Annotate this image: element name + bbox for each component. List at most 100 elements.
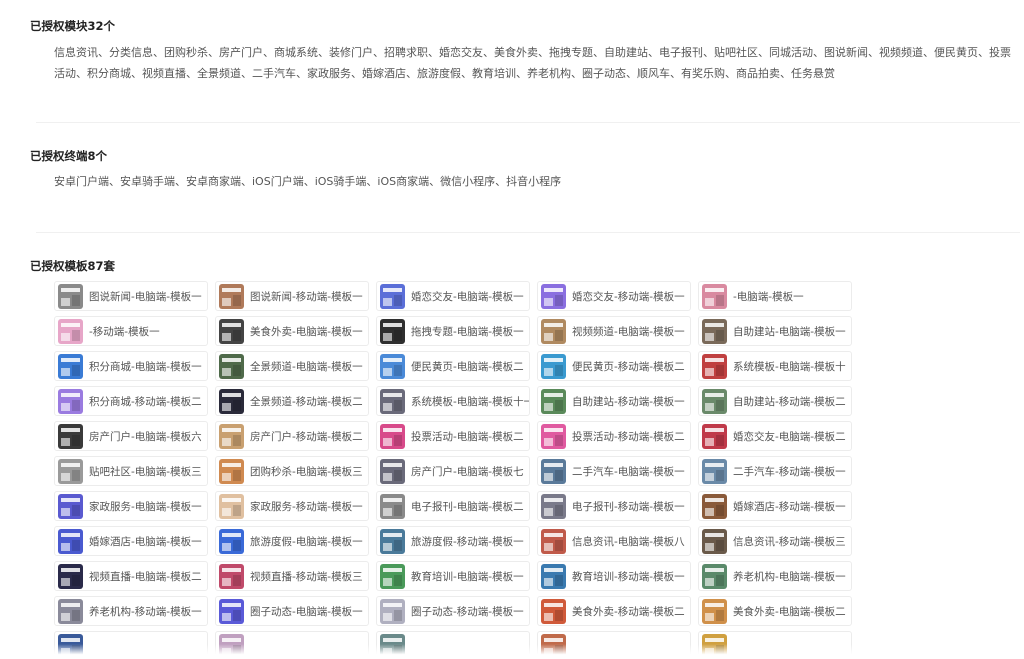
template-label: 图说新闻-移动端-模板一 bbox=[250, 290, 363, 303]
template-card[interactable]: 房产门户-电脑端-模板七 bbox=[376, 456, 530, 486]
template-thumbnail-icon bbox=[219, 283, 244, 309]
template-label: 美食外卖-电脑端-模板二 bbox=[733, 605, 846, 618]
template-thumbnail-icon bbox=[702, 598, 727, 624]
template-label: 视频频道-电脑端-模板一 bbox=[572, 325, 685, 338]
template-label: 信息资讯-电脑端-模板八 bbox=[572, 535, 685, 548]
template-thumbnail-icon bbox=[219, 388, 244, 414]
template-label: 视频直播-电脑端-模板二 bbox=[89, 570, 202, 583]
template-card[interactable]: 拖拽专题-电脑端-模板一 bbox=[376, 316, 530, 346]
template-card[interactable]: 贴吧社区-电脑端-模板三 bbox=[54, 456, 208, 486]
bottom-fade bbox=[0, 644, 1024, 659]
template-card[interactable]: 电子报刊-电脑端-模板二 bbox=[376, 491, 530, 521]
terminals-section-title: 已授权终端8个 bbox=[30, 149, 108, 163]
template-label: 旅游度假-电脑端-模板一 bbox=[250, 535, 363, 548]
template-label: 二手汽车-电脑端-模板一 bbox=[572, 465, 685, 478]
template-card[interactable]: 美食外卖-电脑端-模板二 bbox=[698, 596, 852, 626]
template-thumbnail-icon bbox=[702, 283, 727, 309]
template-card[interactable]: 系统模板-电脑端-模板十 bbox=[698, 351, 852, 381]
template-card[interactable]: 婚恋交友-电脑端-模板二 bbox=[698, 421, 852, 451]
template-thumbnail-icon bbox=[58, 528, 83, 554]
template-thumbnail-icon bbox=[541, 598, 566, 624]
template-label: 视频直播-移动端-模板三 bbox=[250, 570, 363, 583]
template-card[interactable]: 系统模板-电脑端-模板十一 bbox=[376, 386, 530, 416]
template-card[interactable]: 信息资讯-电脑端-模板八 bbox=[537, 526, 691, 556]
template-thumbnail-icon bbox=[702, 353, 727, 379]
template-label: -电脑端-模板一 bbox=[733, 290, 804, 303]
template-card[interactable]: 便民黄页-电脑端-模板二 bbox=[376, 351, 530, 381]
template-card[interactable]: 美食外卖-电脑端-模板一 bbox=[215, 316, 369, 346]
template-label: 电子报刊-移动端-模板一 bbox=[572, 500, 685, 513]
template-thumbnail-icon bbox=[380, 353, 405, 379]
template-card[interactable]: 婚恋交友-移动端-模板一 bbox=[537, 281, 691, 311]
template-card[interactable]: 视频直播-移动端-模板三 bbox=[215, 561, 369, 591]
template-card[interactable]: 房产门户-移动端-模板二 bbox=[215, 421, 369, 451]
template-card[interactable]: 自助建站-移动端-模板一 bbox=[537, 386, 691, 416]
template-thumbnail-icon bbox=[702, 318, 727, 344]
template-label: 积分商城-移动端-模板二 bbox=[89, 395, 202, 408]
template-label: 家政服务-电脑端-模板一 bbox=[89, 500, 202, 513]
template-label: 便民黄页-电脑端-模板二 bbox=[411, 360, 524, 373]
template-card[interactable]: 投票活动-电脑端-模板二 bbox=[376, 421, 530, 451]
template-label: 便民黄页-移动端-模板二 bbox=[572, 360, 685, 373]
template-card[interactable]: 便民黄页-移动端-模板二 bbox=[537, 351, 691, 381]
template-card[interactable]: 旅游度假-电脑端-模板一 bbox=[215, 526, 369, 556]
template-card[interactable]: 婚嫁酒店-移动端-模板一 bbox=[698, 491, 852, 521]
template-card[interactable]: 投票活动-移动端-模板二 bbox=[537, 421, 691, 451]
template-thumbnail-icon bbox=[541, 283, 566, 309]
template-card[interactable]: 房产门户-电脑端-模板六 bbox=[54, 421, 208, 451]
template-grid: 图说新闻-电脑端-模板一 图说新闻-移动端-模板一 婚恋交友-电脑端-模板一 婚恋交友… bbox=[54, 281, 852, 659]
template-label: 教育培训-电脑端-模板一 bbox=[411, 570, 524, 583]
template-card[interactable]: 美食外卖-移动端-模板二 bbox=[537, 596, 691, 626]
template-card[interactable]: -电脑端-模板一 bbox=[698, 281, 852, 311]
template-label: 投票活动-移动端-模板二 bbox=[572, 430, 685, 443]
template-card[interactable]: 家政服务-电脑端-模板一 bbox=[54, 491, 208, 521]
template-card[interactable]: 团购秒杀-电脑端-模板三 bbox=[215, 456, 369, 486]
template-thumbnail-icon bbox=[58, 318, 83, 344]
template-card[interactable]: 养老机构-移动端-模板一 bbox=[54, 596, 208, 626]
template-label: 养老机构-移动端-模板一 bbox=[89, 605, 202, 618]
template-label: 贴吧社区-电脑端-模板三 bbox=[89, 465, 202, 478]
template-thumbnail-icon bbox=[219, 458, 244, 484]
template-card[interactable]: 圈子动态-移动端-模板一 bbox=[376, 596, 530, 626]
template-card[interactable]: 教育培训-移动端-模板一 bbox=[537, 561, 691, 591]
template-card[interactable]: 二手汽车-电脑端-模板一 bbox=[537, 456, 691, 486]
section-divider bbox=[36, 122, 1020, 123]
template-card[interactable]: 全景频道-电脑端-模板一 bbox=[215, 351, 369, 381]
template-label: 全景频道-移动端-模板二 bbox=[250, 395, 363, 408]
template-thumbnail-icon bbox=[219, 353, 244, 379]
template-card[interactable]: 全景频道-移动端-模板二 bbox=[215, 386, 369, 416]
template-card[interactable]: 自助建站-移动端-模板二 bbox=[698, 386, 852, 416]
template-card[interactable]: 婚恋交友-电脑端-模板一 bbox=[376, 281, 530, 311]
template-card[interactable]: 信息资讯-移动端-模板三 bbox=[698, 526, 852, 556]
template-card[interactable]: 积分商城-移动端-模板二 bbox=[54, 386, 208, 416]
template-card[interactable]: 婚嫁酒店-电脑端-模板一 bbox=[54, 526, 208, 556]
template-card[interactable]: 教育培训-电脑端-模板一 bbox=[376, 561, 530, 591]
template-card[interactable]: 旅游度假-移动端-模板一 bbox=[376, 526, 530, 556]
template-card[interactable]: 养老机构-电脑端-模板一 bbox=[698, 561, 852, 591]
template-label: 投票活动-电脑端-模板二 bbox=[411, 430, 524, 443]
template-card[interactable]: 家政服务-移动端-模板一 bbox=[215, 491, 369, 521]
template-thumbnail-icon bbox=[541, 563, 566, 589]
template-thumbnail-icon bbox=[58, 493, 83, 519]
template-label: 团购秒杀-电脑端-模板三 bbox=[250, 465, 363, 478]
template-card[interactable]: 积分商城-电脑端-模板一 bbox=[54, 351, 208, 381]
template-card[interactable]: -移动端-模板一 bbox=[54, 316, 208, 346]
template-thumbnail-icon bbox=[380, 563, 405, 589]
template-label: 系统模板-电脑端-模板十一 bbox=[411, 395, 529, 408]
template-card[interactable]: 二手汽车-移动端-模板一 bbox=[698, 456, 852, 486]
template-card[interactable]: 图说新闻-电脑端-模板一 bbox=[54, 281, 208, 311]
template-card[interactable]: 图说新闻-移动端-模板一 bbox=[215, 281, 369, 311]
template-card[interactable]: 视频频道-电脑端-模板一 bbox=[537, 316, 691, 346]
template-thumbnail-icon bbox=[380, 493, 405, 519]
template-thumbnail-icon bbox=[702, 423, 727, 449]
template-thumbnail-icon bbox=[58, 458, 83, 484]
template-thumbnail-icon bbox=[541, 493, 566, 519]
template-label: 房产门户-移动端-模板二 bbox=[250, 430, 363, 443]
template-card[interactable]: 圈子动态-电脑端-模板一 bbox=[215, 596, 369, 626]
template-card[interactable]: 电子报刊-移动端-模板一 bbox=[537, 491, 691, 521]
template-card[interactable]: 自助建站-电脑端-模板一 bbox=[698, 316, 852, 346]
template-label: 婚嫁酒店-电脑端-模板一 bbox=[89, 535, 202, 548]
template-label: 婚恋交友-电脑端-模板二 bbox=[733, 430, 846, 443]
template-thumbnail-icon bbox=[702, 528, 727, 554]
template-card[interactable]: 视频直播-电脑端-模板二 bbox=[54, 561, 208, 591]
